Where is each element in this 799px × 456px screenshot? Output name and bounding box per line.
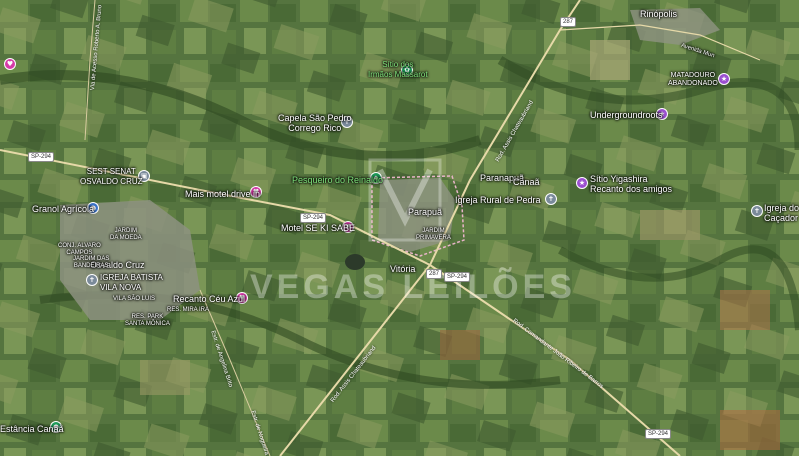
place-rinopolis[interactable]: Rinópolis <box>640 9 677 19</box>
place-vitoria[interactable]: Vitória <box>390 264 415 274</box>
shield-287-mid: 287 <box>426 269 443 279</box>
landmark-pin-icon[interactable]: ★ <box>576 177 588 189</box>
place-vila-sao-luis: VILA SÃO LUIS <box>113 296 156 302</box>
place-sitio-yigashira[interactable]: Sítio Yigashira Recanto dos amigos <box>590 174 672 194</box>
shield-sp294-left: SP-294 <box>28 152 55 162</box>
shield-287-top: 287 <box>560 17 577 27</box>
place-granol[interactable]: Granol Agrícola <box>32 204 94 214</box>
place-matadouro[interactable]: MATADOURO ABANDONADO <box>668 72 718 88</box>
place-sest-senat[interactable]: SEST SENAT OSVALDO CRUZ <box>80 167 143 187</box>
place-sitio-irmaos[interactable]: Sítio dos Irmãos Massarot <box>368 60 428 80</box>
place-pesqueiro[interactable]: Pesqueiro do Reinaldo <box>292 175 383 185</box>
place-igreja-batista[interactable]: IGREJA BATISTA VILA NOVA <box>100 273 163 293</box>
place-undergroundroots[interactable]: Undergroundroots <box>590 110 663 120</box>
pink-pin-marker-icon[interactable]: ♥ <box>4 58 16 70</box>
place-igreja-rural[interactable]: Igreja Rural de Pedra <box>455 195 541 205</box>
shield-sp294-bottom: SP-294 <box>645 429 672 439</box>
landmark-pin-icon[interactable]: ★ <box>718 73 730 85</box>
place-mira-ira: RES. MIRA IRA <box>167 307 210 313</box>
place-canaa[interactable]: Canaã <box>513 177 540 187</box>
place-recanto-ceu[interactable]: Recanto Céu Azul <box>173 294 245 304</box>
place-motel[interactable]: Motel SE KI SABE <box>281 223 355 233</box>
place-mais-motel[interactable]: Mais motel drive in <box>185 189 260 199</box>
church-pin-icon[interactable]: ✝ <box>545 193 557 205</box>
place-conj-alvaro: CONJ. ALVARO CAMPOS <box>58 243 101 256</box>
place-res-park: RES. PARK SANTA MÔNICA <box>125 314 170 327</box>
place-igreja-canaa[interactable]: Igreja do C Caçador <box>764 203 799 223</box>
place-jardim-da-moeda: JARDIM DA MOEDA <box>110 228 142 241</box>
place-capela[interactable]: Capela São Pedro Corrego Rico <box>278 113 352 133</box>
place-parapua[interactable]: Parapuã <box>408 207 442 217</box>
church-pin-icon[interactable]: ✝ <box>751 205 763 217</box>
place-jardim-bandeiras: JARDIM DAS BANDEIRAS <box>73 256 110 269</box>
shield-sp294-right: SP-294 <box>444 272 471 282</box>
church-pin-icon[interactable]: ✝ <box>86 274 98 286</box>
place-estancia[interactable]: Estância Canaã <box>0 424 64 434</box>
shield-sp294-mid: SP-294 <box>300 213 327 223</box>
place-jardim-primavera: JARDIM PRIMAVERA <box>416 228 451 241</box>
